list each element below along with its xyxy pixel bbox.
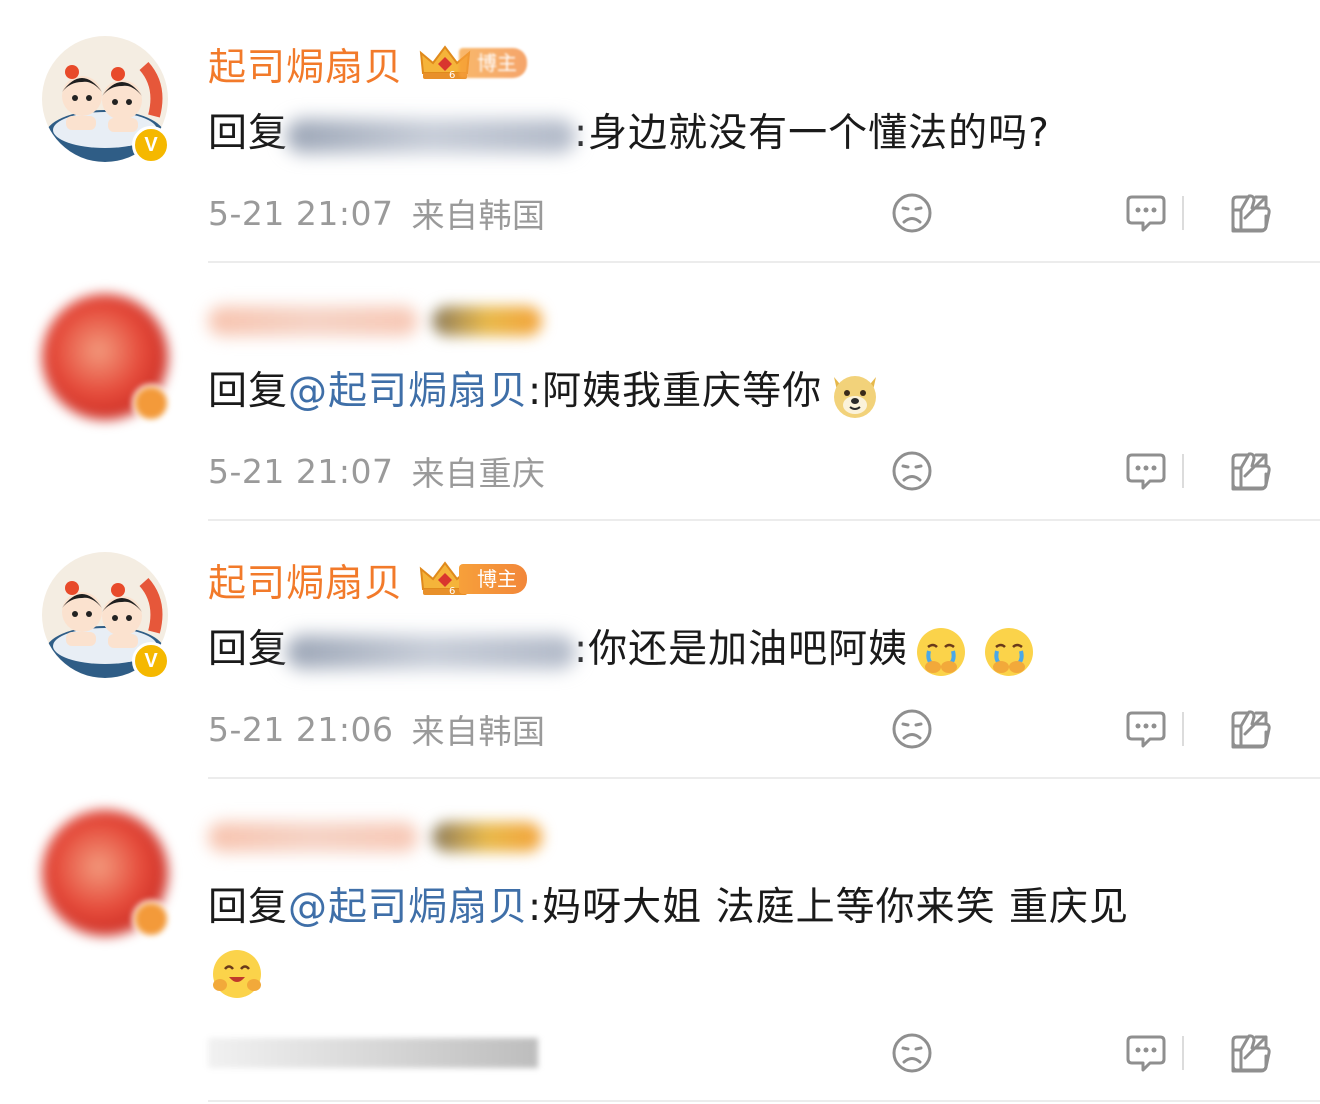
- blurred-mention: [286, 634, 577, 669]
- comment-icon: [1124, 1031, 1168, 1075]
- reply-body: :身边就没有一个懂法的吗?: [574, 111, 1050, 156]
- hug-emoji: [213, 949, 261, 998]
- dislike-button[interactable]: [890, 449, 934, 493]
- location: 来自韩国: [411, 196, 546, 235]
- blogger-badge: 博主: [417, 45, 528, 81]
- comment-text: 回复@起司焗扇贝:阿姨我重庆等你: [208, 360, 1250, 424]
- sad-face-icon: [890, 707, 934, 751]
- comment-text: 回复@起司焗扇贝:妈呀大姐 法庭上等你来笑 重庆见: [208, 876, 1250, 1004]
- like-button[interactable]: [1229, 1031, 1273, 1075]
- thumbs-up-icon: [1229, 449, 1273, 493]
- blurred-meta: [208, 1038, 538, 1068]
- crying-emoji: [917, 627, 966, 676]
- blogger-badge: [432, 822, 542, 852]
- sad-face-icon: [890, 191, 934, 235]
- divider: [208, 777, 1320, 779]
- timestamp: 5-21 21:06: [208, 709, 394, 749]
- verified-icon: [132, 384, 170, 422]
- avatar[interactable]: [42, 294, 170, 422]
- avatar[interactable]: V: [42, 36, 170, 164]
- blogger-badge: [432, 306, 542, 336]
- username[interactable]: [208, 822, 418, 852]
- divider: [208, 519, 1320, 521]
- avatar[interactable]: V: [42, 552, 170, 680]
- thumbs-up-icon: [1229, 707, 1273, 751]
- username[interactable]: [208, 306, 418, 336]
- reply-button[interactable]: [1124, 707, 1168, 751]
- divider: [208, 1100, 1320, 1102]
- comment-text: 回复 :身边就没有一个懂法的吗?: [208, 102, 1250, 166]
- reply-prefix: 回复: [208, 111, 289, 156]
- like-button[interactable]: [1229, 449, 1273, 493]
- reply-button[interactable]: [1124, 1031, 1168, 1075]
- dislike-button[interactable]: [890, 191, 934, 235]
- comment-icon: [1124, 707, 1168, 751]
- reply-prefix: 回复: [208, 369, 289, 414]
- thumbs-up-icon: [1229, 1031, 1273, 1075]
- badge-label: 博主: [459, 48, 528, 78]
- like-button[interactable]: [1229, 707, 1273, 751]
- mention-link[interactable]: @起司焗扇贝: [288, 885, 528, 930]
- dislike-button[interactable]: [890, 707, 934, 751]
- location: 来自韩国: [411, 712, 546, 751]
- badge-label: 博主: [459, 564, 528, 594]
- like-button[interactable]: [1229, 191, 1273, 235]
- crying-emoji: [985, 627, 1034, 676]
- blogger-badge: 博主: [417, 561, 528, 597]
- thumbs-up-icon: [1229, 191, 1273, 235]
- avatar[interactable]: [42, 810, 170, 938]
- separator: [1182, 196, 1184, 230]
- reply-body: :你还是加油吧阿姨: [574, 627, 909, 672]
- separator: [1182, 454, 1184, 488]
- divider: [208, 261, 1320, 263]
- blurred-mention: [286, 118, 577, 153]
- comment-icon: [1124, 449, 1168, 493]
- reply-prefix: 回复: [208, 885, 289, 930]
- verified-icon: V: [132, 126, 170, 164]
- verified-icon: V: [132, 642, 170, 680]
- timestamp: 5-21 21:07: [208, 451, 394, 491]
- dislike-button[interactable]: [890, 1031, 934, 1075]
- reply-body: :阿姨我重庆等你: [528, 369, 823, 414]
- doge-emoji: [834, 375, 877, 418]
- username[interactable]: 起司焗扇贝: [208, 36, 403, 91]
- mention-link[interactable]: @起司焗扇贝: [288, 369, 528, 414]
- separator: [1182, 712, 1184, 746]
- reply-prefix: 回复: [208, 627, 289, 672]
- sad-face-icon: [890, 449, 934, 493]
- verified-icon: [132, 900, 170, 938]
- username[interactable]: 起司焗扇贝: [208, 552, 403, 607]
- sad-face-icon: [890, 1031, 934, 1075]
- timestamp: 5-21 21:07: [208, 193, 394, 233]
- comment-text: 回复 :你还是加油吧阿姨: [208, 618, 1250, 682]
- reply-button[interactable]: [1124, 449, 1168, 493]
- comment-icon: [1124, 191, 1168, 235]
- reply-button[interactable]: [1124, 191, 1168, 235]
- separator: [1182, 1036, 1184, 1070]
- location: 来自重庆: [411, 454, 546, 493]
- reply-body: :妈呀大姐 法庭上等你来笑 重庆见: [528, 885, 1129, 930]
